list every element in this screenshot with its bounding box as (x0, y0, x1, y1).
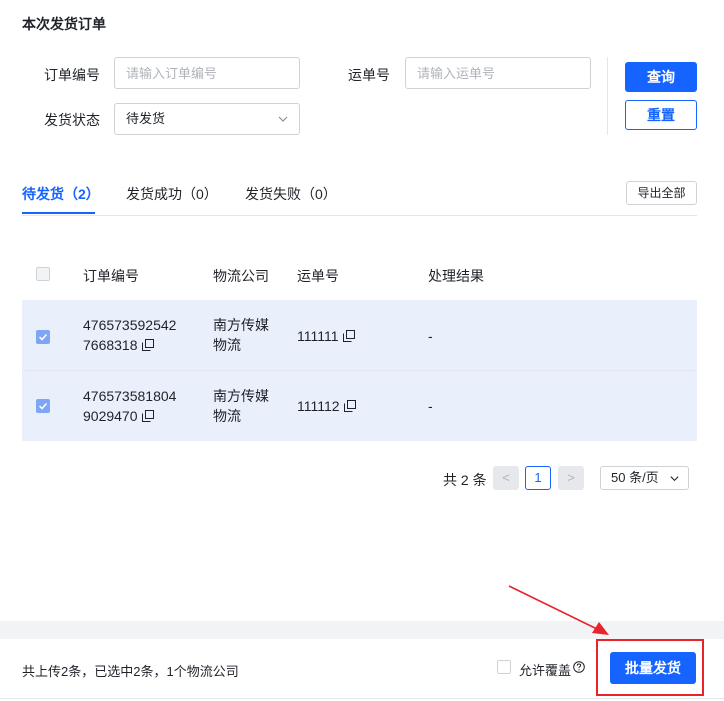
order-no-label: 订单编号 (44, 67, 100, 83)
prev-page-button[interactable]: < (493, 466, 519, 490)
checkmark-icon (38, 333, 48, 341)
header-logistics-company: 物流公司 (213, 268, 269, 284)
company-line2: 物流 (213, 408, 241, 424)
footer-separator (0, 621, 724, 639)
export-all-button[interactable]: 导出全部 (626, 181, 697, 205)
waybill-label: 运单号 (348, 67, 390, 83)
chevron-down-icon (278, 116, 288, 122)
page-size-value: 50 条/页 (611, 470, 659, 485)
order-no-cell: 476573581804 9029470 (83, 386, 176, 426)
query-button[interactable]: 查询 (625, 62, 697, 92)
order-no-line2: 7668318 (83, 337, 138, 353)
waybill-cell: 111111 (297, 326, 355, 346)
waybill-cell: 111112 (297, 396, 356, 416)
status-label: 发货状态 (44, 112, 100, 128)
company-cell: 南方传媒 物流 (213, 386, 269, 426)
pagination-total: 共 2 条 (443, 472, 487, 488)
order-no-line1: 476573592542 (83, 317, 177, 333)
copy-icon[interactable] (141, 339, 154, 351)
allow-override-label[interactable]: 允许覆盖 (519, 660, 571, 679)
footer-bottom-line (0, 698, 724, 699)
waybill-value: 111111 (297, 328, 339, 344)
next-page-button[interactable]: > (558, 466, 584, 490)
copy-icon[interactable] (141, 410, 154, 422)
copy-icon[interactable] (343, 400, 356, 412)
reset-button[interactable]: 重置 (625, 100, 697, 130)
help-icon[interactable] (573, 661, 585, 673)
allow-override-checkbox[interactable] (497, 660, 511, 674)
result-cell: - (428, 328, 433, 344)
checkmark-icon (38, 402, 48, 410)
section-title: 本次发货订单 (22, 16, 106, 32)
tab-pending[interactable]: 待发货（2） (22, 184, 100, 204)
batch-ship-button[interactable]: 批量发货 (610, 652, 696, 684)
company-line2: 物流 (213, 337, 241, 353)
tabs-divider (22, 215, 697, 216)
company-line1: 南方传媒 (213, 388, 269, 404)
status-select[interactable]: 待发货 (114, 103, 300, 135)
page-1-button[interactable]: 1 (525, 466, 551, 490)
company-cell: 南方传媒 物流 (213, 315, 269, 355)
company-line1: 南方传媒 (213, 317, 269, 333)
page-size-select[interactable]: 50 条/页 (600, 466, 689, 490)
footer-summary: 共上传2条，已选中2条，1个物流公司 (22, 664, 239, 679)
order-no-cell: 476573592542 7668318 (83, 315, 176, 355)
annotation-arrow-icon (508, 585, 609, 635)
waybill-value: 111112 (297, 398, 340, 414)
copy-icon[interactable] (342, 330, 355, 342)
select-all-checkbox[interactable] (36, 267, 50, 281)
status-select-value: 待发货 (126, 111, 166, 126)
waybill-input[interactable] (405, 57, 591, 89)
order-no-input[interactable] (114, 57, 300, 89)
chevron-down-icon (670, 476, 679, 482)
filter-divider (607, 57, 608, 135)
tab-success[interactable]: 发货成功（0） (126, 184, 218, 204)
row-checkbox[interactable] (36, 399, 50, 413)
header-result: 处理结果 (428, 268, 484, 284)
header-order-no: 订单编号 (83, 268, 139, 284)
tab-failed[interactable]: 发货失败（0） (245, 184, 337, 204)
result-cell: - (428, 398, 433, 414)
tab-active-indicator (22, 212, 95, 214)
header-waybill: 运单号 (297, 268, 339, 284)
order-no-line1: 476573581804 (83, 388, 177, 404)
row-checkbox[interactable] (36, 330, 50, 344)
order-no-line2: 9029470 (83, 408, 138, 424)
